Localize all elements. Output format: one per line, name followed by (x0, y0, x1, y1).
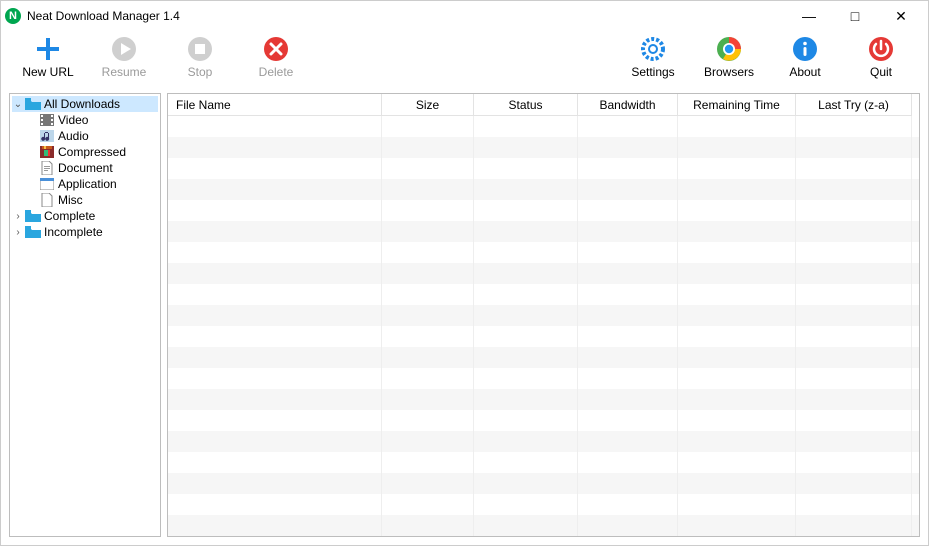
power-icon (867, 35, 895, 63)
column-header-file[interactable]: File Name (168, 94, 382, 116)
tool-label: Stop (188, 65, 213, 79)
table-row[interactable] (168, 368, 919, 389)
new-url-button[interactable]: New URL (15, 33, 81, 79)
close-button[interactable]: ✕ (878, 1, 924, 31)
table-row[interactable] (168, 137, 919, 158)
tree-label: Document (58, 161, 113, 175)
tree-node-all-downloads[interactable]: ⌄ All Downloads (12, 96, 158, 112)
window-title: Neat Download Manager 1.4 (27, 9, 180, 23)
settings-button[interactable]: Settings (620, 33, 686, 79)
table-header: File Name Size Status Bandwidth Remainin… (168, 94, 919, 116)
tree-label: Video (58, 113, 88, 127)
browsers-button[interactable]: Browsers (696, 33, 762, 79)
tool-label: Resume (102, 65, 147, 79)
chevron-right-icon[interactable]: › (12, 227, 24, 238)
column-header-bandwidth[interactable]: Bandwidth (578, 94, 678, 116)
tree-node-compressed[interactable]: Compressed (38, 144, 158, 160)
table-row[interactable] (168, 494, 919, 515)
quit-button[interactable]: Quit (848, 33, 914, 79)
column-header-size[interactable]: Size (382, 94, 474, 116)
folder-icon (25, 97, 41, 111)
audio-icon (39, 129, 55, 143)
downloads-table: File Name Size Status Bandwidth Remainin… (167, 93, 920, 537)
table-row[interactable] (168, 473, 919, 494)
tree-label: Audio (58, 129, 89, 143)
table-row[interactable] (168, 158, 919, 179)
table-row[interactable] (168, 452, 919, 473)
tool-label: Delete (259, 65, 294, 79)
folder-icon (25, 225, 41, 239)
resume-button[interactable]: Resume (91, 33, 157, 79)
tree-node-misc[interactable]: Misc (38, 192, 158, 208)
table-row[interactable] (168, 410, 919, 431)
tree-node-video[interactable]: Video (38, 112, 158, 128)
chrome-icon (715, 35, 743, 63)
tree-label: Application (58, 177, 117, 191)
application-icon (39, 177, 55, 191)
plus-icon (34, 35, 62, 63)
table-row[interactable] (168, 116, 919, 137)
stop-button[interactable]: Stop (167, 33, 233, 79)
tree-node-application[interactable]: Application (38, 176, 158, 192)
play-icon (110, 35, 138, 63)
about-button[interactable]: About (772, 33, 838, 79)
titlebar: N Neat Download Manager 1.4 — □ ✕ (1, 1, 928, 31)
table-row[interactable] (168, 515, 919, 536)
tool-label: New URL (22, 65, 73, 79)
maximize-button[interactable]: □ (832, 1, 878, 31)
table-row[interactable] (168, 326, 919, 347)
chevron-right-icon[interactable]: › (12, 211, 24, 222)
window-controls: — □ ✕ (786, 1, 924, 31)
info-icon (791, 35, 819, 63)
stop-icon (186, 35, 214, 63)
table-row[interactable] (168, 200, 919, 221)
tree-label: Complete (44, 209, 95, 223)
minimize-button[interactable]: — (786, 1, 832, 31)
tool-label: About (789, 65, 820, 79)
tree-label: Incomplete (44, 225, 103, 239)
chevron-down-icon[interactable]: ⌄ (12, 99, 24, 110)
table-row[interactable] (168, 221, 919, 242)
table-row[interactable] (168, 284, 919, 305)
folder-icon (25, 209, 41, 223)
toolbar: New URL Resume Stop Delete Setti (1, 31, 928, 89)
table-row[interactable] (168, 263, 919, 284)
table-row[interactable] (168, 389, 919, 410)
delete-icon (262, 35, 290, 63)
tool-label: Settings (631, 65, 674, 79)
tree-node-document[interactable]: Document (38, 160, 158, 176)
tree-node-audio[interactable]: Audio (38, 128, 158, 144)
gear-icon (639, 35, 667, 63)
tree-node-incomplete[interactable]: › Incomplete (12, 224, 158, 240)
table-row[interactable] (168, 305, 919, 326)
tool-label: Quit (870, 65, 892, 79)
tree-label: Compressed (58, 145, 126, 159)
document-icon (39, 161, 55, 175)
table-row[interactable] (168, 347, 919, 368)
column-header-remaining[interactable]: Remaining Time (678, 94, 796, 116)
tree-node-complete[interactable]: › Complete (12, 208, 158, 224)
video-icon (39, 113, 55, 127)
table-row[interactable] (168, 179, 919, 200)
tool-label: Browsers (704, 65, 754, 79)
column-header-lasttry[interactable]: Last Try (z-a) (796, 94, 912, 116)
column-header-status[interactable]: Status (474, 94, 578, 116)
table-body[interactable] (168, 116, 919, 536)
table-row[interactable] (168, 431, 919, 452)
archive-icon (39, 145, 55, 159)
misc-icon (39, 193, 55, 207)
tree-label: Misc (58, 193, 83, 207)
tree-label: All Downloads (44, 97, 120, 111)
app-icon: N (5, 8, 21, 24)
table-row[interactable] (168, 242, 919, 263)
category-tree[interactable]: ⌄ All Downloads Video Audio Compressed (9, 93, 161, 537)
delete-button[interactable]: Delete (243, 33, 309, 79)
